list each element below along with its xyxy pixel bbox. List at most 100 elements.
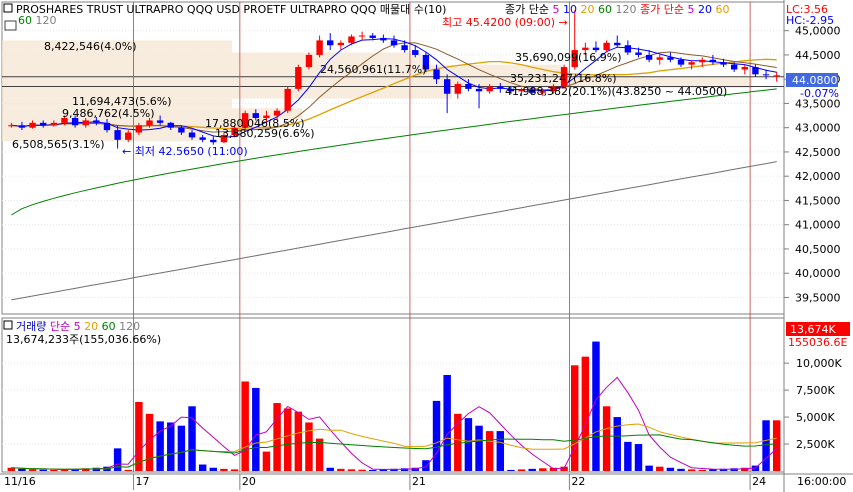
legend-label-repeat: 종가 단순 (640, 3, 687, 16)
left-period: 60 (18, 14, 36, 27)
volume-bar (369, 469, 377, 471)
volume-bar (347, 469, 356, 471)
candle-body (465, 84, 472, 89)
volume-bar (454, 413, 462, 471)
volume-bar (50, 469, 58, 471)
candle-body (29, 122, 36, 128)
volume-bar (528, 468, 536, 471)
candle-body (677, 59, 685, 65)
volume-profile-bar (2, 64, 562, 77)
min-price-label: ← 최저 42.5650 (11:00) (122, 145, 248, 158)
candle-body (741, 67, 748, 70)
volume-tick-label: 7,500K (796, 384, 835, 397)
volume-legend-period: 120 (119, 320, 140, 333)
price-tick-label: 41,0000 (795, 219, 841, 232)
profile-label: 6,508,565(3.1%) (12, 138, 105, 151)
candle-body (146, 120, 153, 126)
x-label: 24 (752, 475, 766, 488)
max-price-label: 최고 45.4200 (09:00) → (442, 16, 568, 29)
candle-body (284, 88, 291, 111)
candle-body (199, 137, 206, 140)
volume-bar (188, 406, 196, 471)
volume-bar (18, 468, 26, 471)
volume-bar (326, 467, 334, 471)
volume-last-label: 13,674K (790, 323, 836, 336)
candle-body (295, 67, 302, 89)
candle-body (688, 62, 695, 65)
volume-bar (198, 464, 207, 471)
candle-body (656, 57, 663, 60)
candle-body (762, 74, 770, 76)
volume-bar (624, 441, 632, 471)
candle-body (50, 122, 58, 126)
volume-bar (262, 451, 271, 471)
legend-label: 종가 단순 (505, 3, 552, 16)
volume-bar (241, 381, 249, 471)
legend-period: 60 (715, 3, 729, 16)
price-tick-label: 40,0000 (795, 267, 841, 280)
candle-body (369, 35, 376, 38)
volume-bar (124, 469, 132, 471)
volume-ma-label: 155036.6E (788, 336, 847, 349)
candle-body (380, 37, 387, 41)
profile-label: 8,422,546(4.0%) (44, 40, 137, 53)
volume-bar (252, 387, 260, 471)
profile-label: 9,486,762(4.5%) (62, 107, 155, 120)
candle-body (18, 125, 26, 128)
candle-body (327, 40, 334, 46)
candle-body (156, 120, 164, 123)
profile-label: 24,560,961(11.7%) (320, 63, 427, 76)
volume-legend-period: 60 (102, 320, 120, 333)
candle-body (667, 57, 674, 60)
volume-bar (772, 420, 781, 471)
candle-body (730, 64, 738, 70)
volume-bar (762, 420, 770, 471)
candle-body (699, 59, 706, 63)
legend-period: 20 (698, 3, 716, 16)
x-label: 22 (571, 475, 585, 488)
candle-body (752, 67, 759, 75)
volume-bar (209, 467, 218, 471)
volume-bar (273, 403, 281, 471)
candle-body (358, 35, 366, 37)
volume-bar (613, 417, 621, 471)
candle-body (135, 125, 143, 133)
candle-body (401, 45, 408, 51)
candle-body (348, 36, 355, 43)
x-label: 20 (242, 475, 256, 488)
volume-bar (485, 431, 494, 471)
time-label: 16:00:00 (797, 475, 846, 488)
candle-body (188, 132, 196, 138)
volume-bar (432, 400, 441, 471)
volume-bar (634, 444, 643, 471)
candle-body (167, 122, 174, 128)
candle-body (273, 110, 281, 116)
price-tick-label: 42,5000 (795, 146, 841, 159)
candle-body (773, 75, 780, 77)
volume-legend: 거래량 단순 5 20 60 120 (16, 320, 140, 333)
volume-bar (220, 468, 228, 471)
volume-bar (167, 422, 175, 471)
volume-bar (39, 469, 47, 471)
legend-period: 10 (563, 3, 581, 16)
profile-label: 35,690,099(16.9%) (515, 51, 622, 64)
x-label: 11/16 (4, 475, 36, 488)
volume-bar (602, 406, 611, 471)
volume-bar (422, 460, 430, 471)
candle-body (497, 86, 504, 89)
candle-body (720, 62, 727, 65)
candle-body (390, 40, 398, 46)
chart-canvas[interactable]: 8,422,546(4.0%) 24,560,961(11.7%) 35,690,0… (0, 0, 853, 492)
x-label: 21 (412, 475, 426, 488)
volume-bar (230, 469, 239, 471)
current-price-label: 44.0800 (792, 74, 838, 87)
price-tick-label: 41,5000 (795, 194, 841, 207)
stock-chart-window[interactable]: 8,422,546(4.0%) 24,560,961(11.7%) 35,690,0… (0, 0, 853, 492)
candle-body (624, 45, 632, 53)
candle-body (433, 69, 440, 80)
candle-body (210, 139, 217, 143)
change-label: -0.07% (800, 87, 839, 100)
volume-legend-label: 거래량 (16, 320, 50, 333)
volume-bar (443, 375, 451, 471)
candle-body (475, 88, 483, 92)
